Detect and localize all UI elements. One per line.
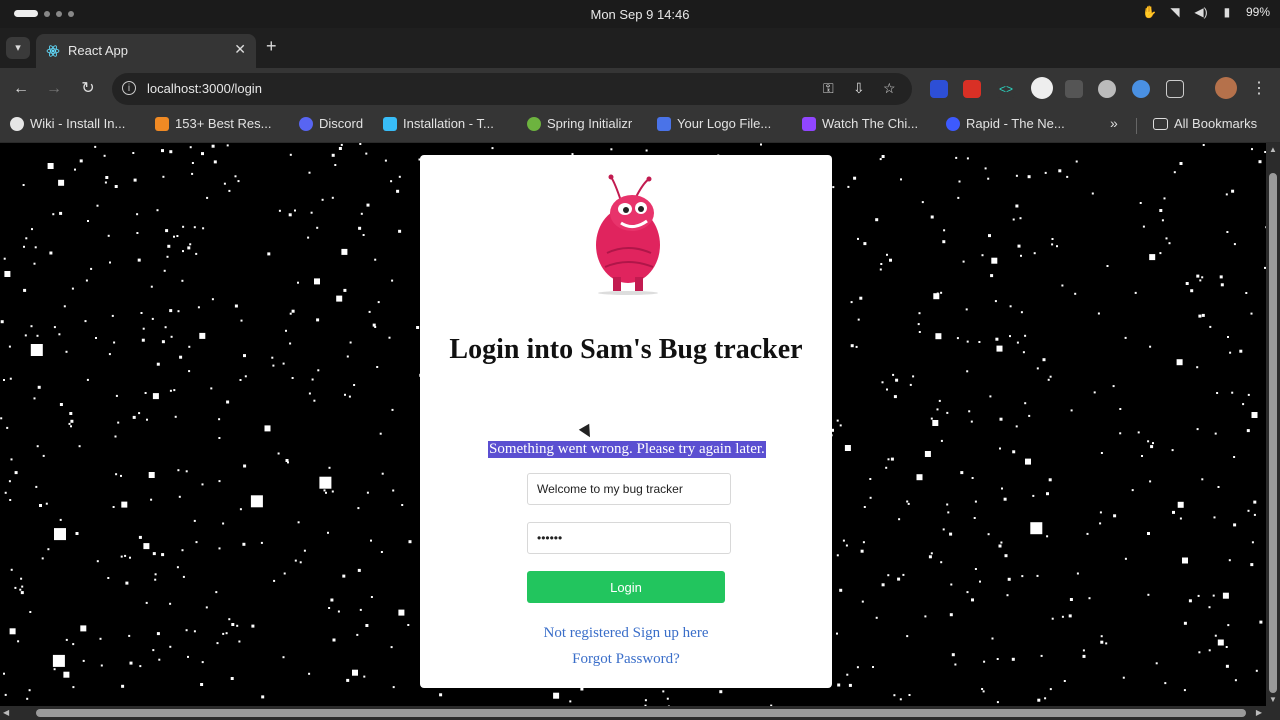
forgot-password-link[interactable]: Forgot Password? — [420, 651, 832, 668]
system-tray[interactable]: ✋ ◥ ◀) ▮ 99% — [1142, 5, 1270, 19]
browser-toolbar: ← → ↻ i localhost:3000/login ⚿ ⇩ ☆ <> ⋮ — [0, 68, 1280, 110]
scrollbar-thumb[interactable] — [1269, 173, 1277, 693]
sxt-icon — [155, 116, 169, 131]
code-extension-icon[interactable]: <> — [997, 80, 1015, 98]
install-app-icon[interactable]: ⇩ — [853, 80, 865, 97]
bookmark-item[interactable]: Installation - T... — [383, 116, 494, 131]
clock[interactable]: Mon Sep 9 14:46 — [0, 7, 1280, 22]
password-key-icon[interactable]: ⚿ — [823, 80, 834, 97]
react-icon — [46, 45, 60, 57]
horizontal-scrollbar[interactable]: ◀ ▶ — [0, 706, 1280, 720]
login-card: Login into Sam's Bug tracker Something w… — [420, 155, 832, 688]
extension-icon-sync[interactable] — [1132, 80, 1150, 98]
os-top-bar: Mon Sep 9 14:46 ✋ ◥ ◀) ▮ 99% — [0, 0, 1280, 28]
github-icon — [10, 116, 24, 131]
username-input[interactable] — [527, 473, 731, 505]
folder-icon — [1153, 117, 1168, 130]
bug-mascot-image — [596, 174, 660, 295]
all-bookmarks-folder[interactable]: All Bookmarks — [1153, 116, 1257, 131]
spring-icon — [527, 116, 541, 131]
password-input[interactable] — [527, 522, 731, 554]
bookmark-item[interactable]: Watch The Chi... — [802, 116, 918, 131]
wifi-icon: ◥ — [1170, 5, 1180, 19]
error-message: Something went wrong. Please try again l… — [488, 441, 766, 458]
tab-search-button[interactable]: ▾ — [6, 37, 30, 59]
bookmark-item[interactable]: Discord — [299, 116, 363, 131]
scroll-right-icon[interactable]: ▶ — [1256, 708, 1262, 717]
extensions-puzzle-icon[interactable] — [1166, 80, 1184, 98]
battery-icon: ▮ — [1223, 5, 1231, 19]
browser-menu-icon[interactable]: ⋮ — [1248, 78, 1270, 100]
tab-strip: ▾ React App ✕ + — [0, 28, 1280, 68]
tab-title: React App — [68, 43, 128, 58]
scroll-left-icon[interactable]: ◀ — [3, 708, 9, 717]
close-tab-icon[interactable]: ✕ — [234, 41, 246, 58]
bookmarks-bar: Wiki - Install In... 153+ Best Res... Di… — [0, 110, 1280, 143]
twitch-icon — [802, 116, 816, 131]
logo-file-icon — [657, 116, 671, 131]
discord-icon — [299, 116, 313, 131]
new-tab-button[interactable]: + — [266, 36, 277, 57]
battery-percent: 99% — [1245, 5, 1270, 19]
address-bar[interactable]: i localhost:3000/login ⚿ ⇩ ☆ — [112, 73, 912, 105]
more-bookmarks-icon[interactable]: » — [1110, 115, 1118, 131]
vertical-scrollbar[interactable]: ▲ ▼ — [1266, 143, 1280, 706]
rapid-icon — [946, 116, 960, 131]
extension-icon-1[interactable] — [930, 80, 948, 98]
volume-icon: ◀) — [1194, 5, 1208, 19]
bookmark-item[interactable]: Spring Initializr — [527, 116, 632, 131]
tailwind-icon — [383, 116, 397, 131]
profile-avatar[interactable] — [1215, 77, 1237, 99]
bookmark-item[interactable]: Your Logo File... — [657, 116, 771, 131]
scroll-up-icon[interactable]: ▲ — [1269, 145, 1277, 154]
site-info-icon[interactable]: i — [122, 81, 136, 95]
scrollbar-thumb[interactable] — [36, 709, 1246, 717]
bookmark-item[interactable]: Wiki - Install In... — [10, 116, 125, 131]
extension-icon-cloud[interactable] — [1098, 80, 1116, 98]
accessibility-icon: ✋ — [1141, 5, 1157, 19]
tab-react-app[interactable]: React App ✕ — [36, 34, 256, 68]
forward-icon[interactable]: → — [43, 78, 65, 100]
extension-icon-grid[interactable] — [1065, 80, 1083, 98]
extension-icon-circle[interactable] — [1031, 77, 1053, 99]
bookmark-item[interactable]: Rapid - The Ne... — [946, 116, 1065, 131]
url-text[interactable]: localhost:3000/login — [147, 81, 262, 96]
bookmarks-divider — [1136, 118, 1137, 134]
back-icon[interactable]: ← — [10, 78, 32, 100]
signup-link[interactable]: Not registered Sign up here — [420, 625, 832, 642]
page-title: Login into Sam's Bug tracker — [449, 334, 803, 365]
bookmark-star-icon[interactable]: ☆ — [883, 80, 896, 97]
pdf-extension-icon[interactable] — [963, 80, 981, 98]
page-viewport: Login into Sam's Bug tracker Something w… — [0, 143, 1266, 706]
login-button[interactable]: Login — [527, 571, 725, 603]
bookmark-item[interactable]: 153+ Best Res... — [155, 116, 271, 131]
reload-icon[interactable]: ↻ — [77, 78, 99, 100]
scroll-down-icon[interactable]: ▼ — [1269, 695, 1277, 704]
